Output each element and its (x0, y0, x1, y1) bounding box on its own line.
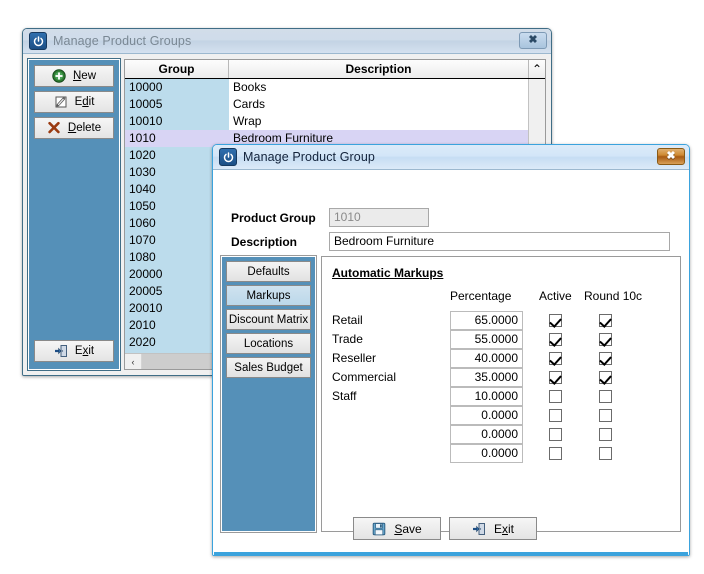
titlebar-markup[interactable]: Manage Product Group ✖ (213, 145, 689, 170)
close-icon: ✖ (528, 34, 538, 46)
tab-discount-matrix[interactable]: Discount Matrix (226, 309, 311, 330)
markup-round-checkbox[interactable] (599, 447, 612, 460)
titlebar-groups[interactable]: Manage Product Groups ✖ (23, 29, 551, 54)
tab-sales-budget[interactable]: Sales Budget (226, 357, 311, 378)
product-group-input[interactable]: 1010 (329, 208, 429, 227)
markup-active-checkbox[interactable] (549, 428, 562, 441)
delete-button[interactable]: Delete (34, 117, 114, 139)
scroll-left-arrow[interactable]: ‹ (125, 354, 142, 369)
plus-circle-icon (52, 69, 66, 83)
new-button-label: New (72, 70, 96, 82)
exit-button[interactable]: Exit (449, 517, 537, 540)
cross-icon (47, 121, 61, 135)
markup-round-checkbox[interactable] (599, 409, 612, 422)
exit-button[interactable]: Exit (34, 340, 114, 362)
markup-active-checkbox[interactable] (549, 409, 562, 422)
markup-percentage-input[interactable]: 10.0000 (450, 387, 523, 406)
markup-round-checkbox[interactable] (599, 390, 612, 403)
markup-active-checkbox[interactable] (549, 447, 562, 460)
grid-header-row: Group Description ⌃ (125, 60, 545, 79)
pencil-icon (54, 95, 68, 109)
product-group-label: Product Group (231, 210, 316, 225)
window-title: Manage Product Groups (53, 34, 192, 48)
table-row[interactable]: 10000 (125, 79, 229, 96)
markup-round-checkbox[interactable] (599, 314, 612, 327)
power-icon (219, 148, 237, 166)
markup-active-checkbox[interactable] (549, 314, 562, 327)
table-row[interactable]: 10005 (125, 96, 229, 113)
header-round: Round 10c (584, 289, 643, 303)
markup-round-checkbox[interactable] (599, 333, 612, 346)
delete-button-label: Delete (67, 122, 102, 134)
close-button[interactable]: ✖ (657, 148, 685, 165)
tab-locations[interactable]: Locations (226, 333, 311, 354)
markup-active-checkbox[interactable] (549, 352, 562, 365)
close-button[interactable]: ✖ (519, 32, 547, 49)
column-header-description[interactable]: Description (229, 60, 528, 78)
header-active: Active (539, 289, 572, 303)
power-icon (29, 32, 47, 50)
markup-active-checkbox[interactable] (549, 390, 562, 403)
window-title: Manage Product Group (243, 150, 375, 164)
markup-round-checkbox[interactable] (599, 371, 612, 384)
floppy-disk-icon (372, 522, 386, 536)
footer-accent-bar (214, 552, 688, 555)
markup-active-checkbox[interactable] (549, 333, 562, 346)
new-button[interactable]: New (34, 65, 114, 87)
markup-round-checkbox[interactable] (599, 428, 612, 441)
save-button-label: Save (394, 521, 422, 536)
description-label: Description (231, 234, 298, 249)
table-row[interactable]: Wrap (229, 113, 528, 130)
markup-row-label: Commercial (332, 370, 397, 384)
markup-round-checkbox[interactable] (599, 352, 612, 365)
markup-percentage-input[interactable]: 35.0000 (450, 368, 523, 387)
section-tab-panel: Defaults Markups Discount Matrix Locations S… (221, 256, 316, 532)
table-row[interactable]: Cards (229, 96, 528, 113)
table-row[interactable]: 10010 (125, 113, 229, 130)
exit-button-label: Exit (74, 345, 95, 357)
markup-footer: Save Exit (213, 509, 689, 555)
markup-row-label: Reseller (332, 351, 377, 365)
close-icon: ✖ (666, 150, 676, 162)
edit-button[interactable]: Edit (34, 91, 114, 113)
markup-body: Product Group 1010 Description Bedroom F… (213, 170, 689, 555)
markup-row-label: Staff (332, 389, 357, 403)
tab-defaults[interactable]: Defaults (226, 261, 311, 282)
markup-row-label: Trade (332, 332, 363, 346)
markup-row-label: Retail (332, 313, 363, 327)
section-title: Automatic Markups (332, 266, 444, 280)
tab-markups[interactable]: Markups (226, 285, 311, 306)
groups-action-panel: New Edit Delete Exit (28, 59, 120, 370)
window-frame: Manage Product Group ✖ Product Group 101… (212, 144, 690, 556)
save-button[interactable]: Save (353, 517, 441, 540)
table-row[interactable]: Books (229, 79, 528, 96)
exit-door-icon (472, 522, 486, 536)
markup-percentage-input[interactable]: 40.0000 (450, 349, 523, 368)
markup-percentage-input[interactable]: 65.0000 (450, 311, 523, 330)
markup-percentage-input[interactable]: 0.0000 (450, 444, 523, 463)
markups-content-panel: Automatic Markups Percentage Active Roun… (321, 256, 681, 532)
exit-button-label: Exit (493, 521, 514, 536)
description-field-row: Description Bedroom Furniture (231, 232, 670, 251)
markup-percentage-input[interactable]: 0.0000 (450, 425, 523, 444)
exit-door-icon (54, 344, 68, 358)
description-input[interactable]: Bedroom Furniture (329, 232, 670, 251)
manage-product-group-window: Manage Product Group ✖ Product Group 101… (212, 144, 690, 556)
column-header-group[interactable]: Group (125, 60, 229, 78)
header-percentage: Percentage (450, 289, 512, 303)
scroll-up-arrow[interactable]: ⌃ (528, 60, 545, 78)
markup-active-checkbox[interactable] (549, 371, 562, 384)
edit-button-label: Edit (74, 96, 95, 108)
markup-percentage-input[interactable]: 0.0000 (450, 406, 523, 425)
product-group-field-row: Product Group 1010 (231, 208, 429, 227)
markup-percentage-input[interactable]: 55.0000 (450, 330, 523, 349)
